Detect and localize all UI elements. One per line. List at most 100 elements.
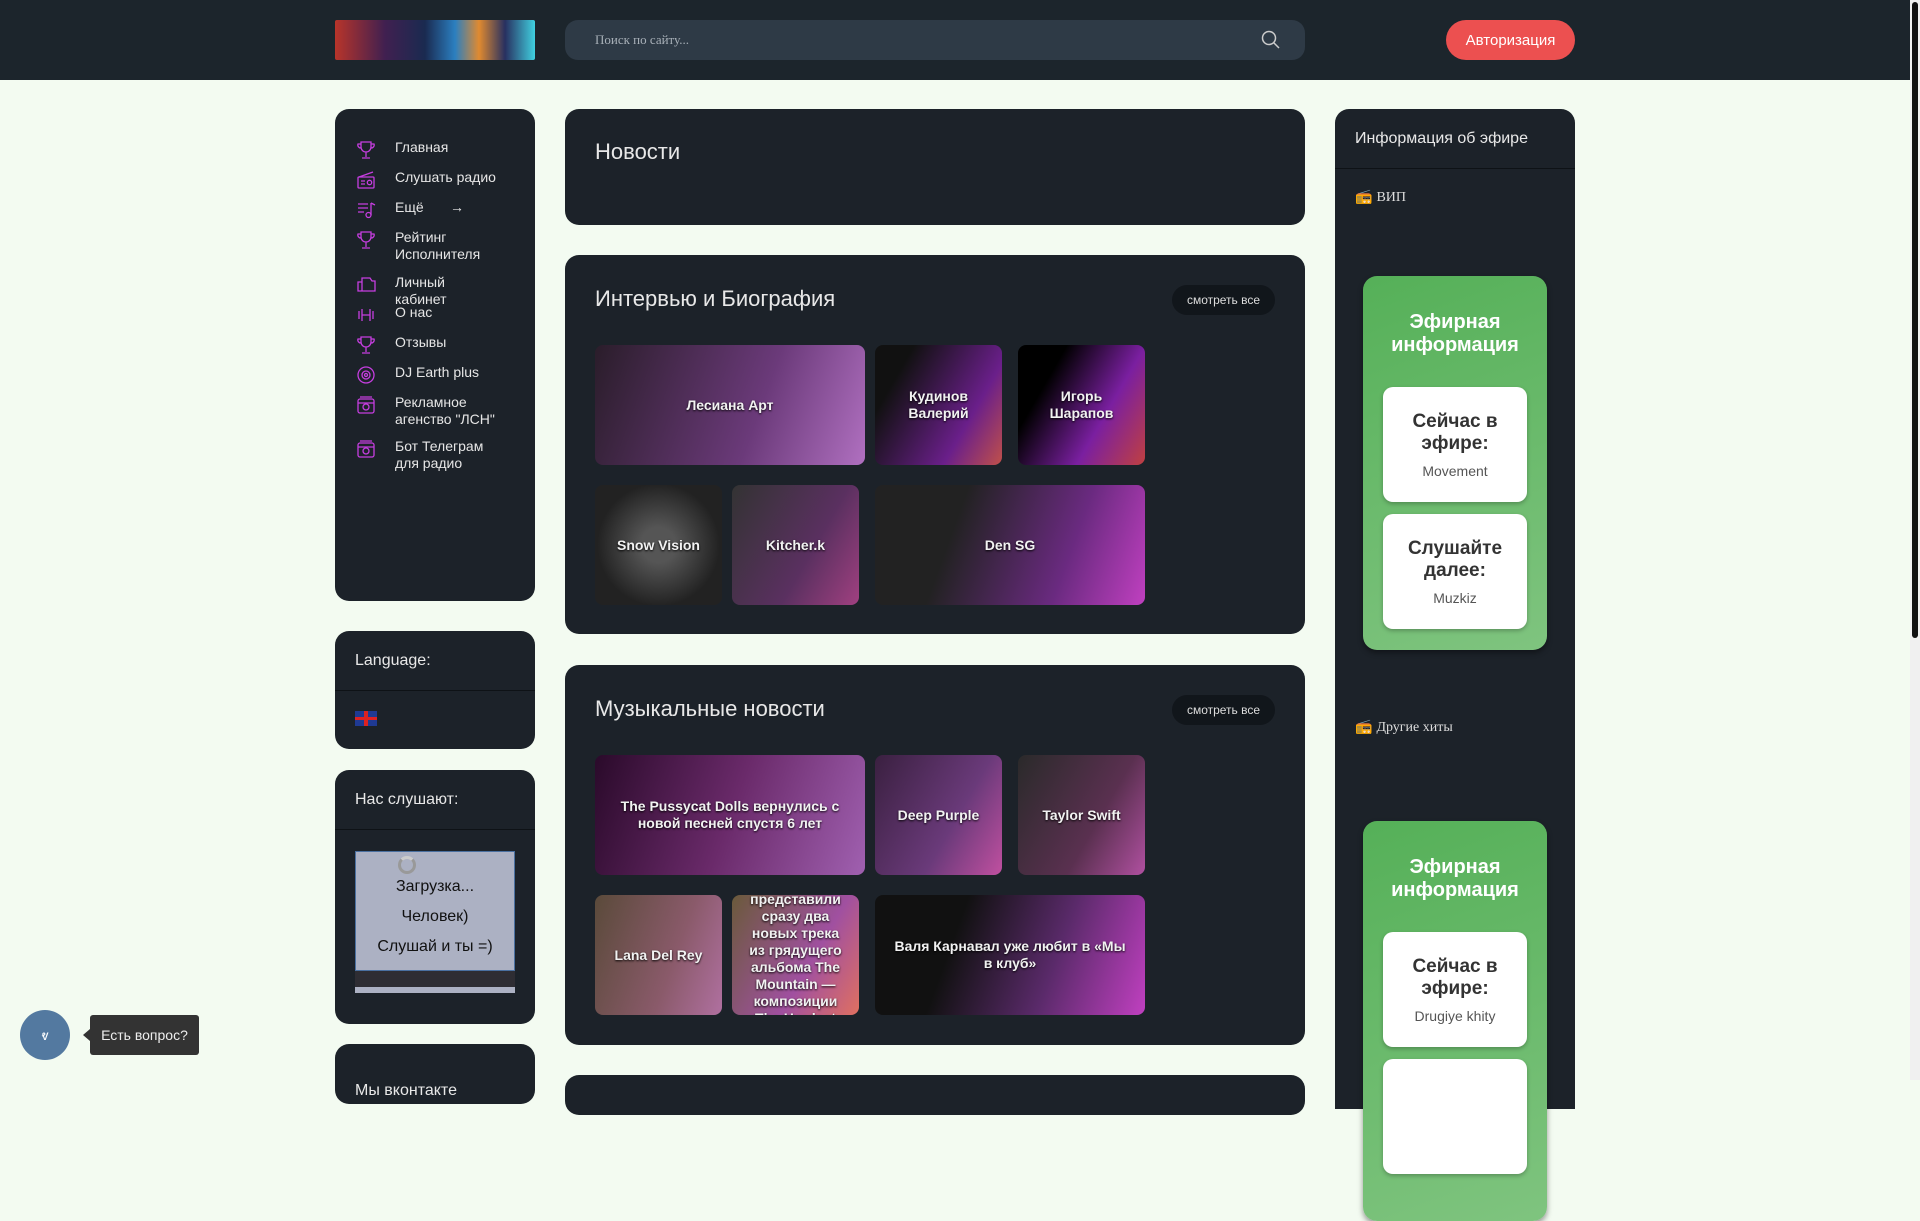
language-title: Language: — [335, 631, 535, 691]
music-tile[interactable]: представили сразу два новых трека из гря… — [732, 895, 859, 1015]
air-info-block: Эфирная информация Сейчас в эфире: Moveme… — [1363, 276, 1547, 650]
nav-item[interactable]: Главная — [355, 139, 500, 161]
login-button[interactable]: Авторизация — [1446, 20, 1575, 60]
search-placeholder: Поиск по сайту... — [595, 32, 690, 47]
dumbbell-icon — [358, 309, 374, 321]
listeners-widget: Загрузка... Человек) Слушай и ты =) — [355, 851, 515, 971]
radio-icon: 📻 — [1355, 720, 1373, 735]
loading-text: Загрузка... — [395, 878, 475, 895]
nav-item[interactable]: Ещё → — [355, 199, 464, 221]
music-tile[interactable]: Lana Del Rey — [595, 895, 722, 1015]
trophy-icon — [357, 336, 375, 354]
camera-icon — [357, 396, 375, 414]
air-info-title: Информация об эфире — [1335, 109, 1575, 169]
music-tile[interactable]: Taylor Swift — [1018, 755, 1145, 875]
nav-item[interactable]: Бот Телеграм для радио — [355, 438, 500, 472]
nav-item[interactable]: Личный кабинет — [355, 274, 500, 308]
up-next-card: Слушайте далее: Muzkiz — [1383, 514, 1527, 629]
tile-title: Taylor Swift — [1042, 806, 1121, 823]
interviews-tile[interactable]: Игорь Шарапов — [1018, 345, 1145, 465]
interviews-tile[interactable]: Кудинов Валерий — [875, 345, 1002, 465]
spinner-icon — [398, 856, 416, 874]
nav-item[interactable]: Отзывы — [355, 334, 500, 356]
interviews-see-all-button[interactable]: смотреть все — [1172, 285, 1275, 315]
tile-title: Snow Vision — [617, 536, 700, 553]
vip-channel[interactable]: 📻 ВИП — [1355, 189, 1406, 206]
next-section — [565, 1075, 1305, 1115]
chat-tooltip[interactable]: Есть вопрос? — [90, 1015, 199, 1055]
interviews-tile[interactable]: Den SG — [875, 485, 1145, 605]
tooltip-arrow — [83, 1029, 90, 1041]
music-tile[interactable]: Deep Purple — [875, 755, 1002, 875]
trophy-icon — [357, 141, 375, 159]
listeners-card: Нас слушают: Загрузка... Человек) Слушай… — [335, 770, 535, 1024]
tile-title: The Pussycat Dolls вернулись с новой пес… — [620, 798, 840, 831]
up-next-card — [1383, 1059, 1527, 1174]
music-tile[interactable]: Валя Карнавал уже любит в «Мы в клуб» — [875, 895, 1145, 1015]
nav-item-label: Личный кабинет — [395, 274, 447, 307]
radio-icon — [357, 171, 375, 189]
up-next: Muzkiz — [1433, 589, 1477, 606]
other-hits-label: Другие хиты — [1376, 719, 1453, 735]
tile-title: Lana Del Rey — [614, 946, 703, 963]
music-see-all-button[interactable]: смотреть все — [1172, 695, 1275, 725]
interviews-section: Интервью и Биография смотреть все Лесиан… — [565, 255, 1305, 634]
uk-flag-icon[interactable] — [355, 711, 377, 726]
tile-title: Kitcher.k — [765, 536, 826, 553]
interviews-tile[interactable]: Kitcher.k — [732, 485, 859, 605]
nav-item-label: Рекламное агенство "ЛСН" — [395, 394, 495, 427]
camera-icon — [357, 440, 375, 458]
nav-item-label: Отзывы — [395, 334, 447, 350]
now-label: Сейчас в эфире: — [1412, 955, 1498, 999]
trophy-icon — [357, 231, 375, 249]
nav-item-label: Рейтинг Исполнителя — [395, 229, 481, 262]
nav-item[interactable]: Рекламное агенство "ЛСН" — [355, 394, 500, 428]
player-bar — [355, 971, 515, 993]
language-card: Language: — [335, 631, 535, 749]
listen-cta: Слушай и ты =) — [377, 938, 493, 955]
tile-title: Deep Purple — [897, 806, 980, 823]
nav-item-label: DJ Earth plus — [395, 364, 480, 380]
nav-item[interactable]: Слушать радио — [355, 169, 500, 191]
next-label: Слушайте далее: — [1407, 537, 1503, 581]
nav-item[interactable]: Рейтинг Исполнителя — [355, 229, 500, 263]
now-playing-card: Сейчас в эфире: Movement — [1383, 387, 1527, 502]
people-text: Человек) — [401, 908, 469, 925]
now-playing: Movement — [1422, 462, 1488, 479]
folder-icon — [357, 277, 376, 292]
tile-title: Den SG — [984, 536, 1036, 553]
air-block-title: Эфирная информация — [1391, 856, 1519, 901]
playlist-icon — [358, 202, 376, 219]
music-news-section: Музыкальные новости смотреть все The Pus… — [565, 665, 1305, 1045]
now-playing: Drugiye khity — [1414, 1007, 1496, 1024]
chat-button[interactable]: ⱴ — [20, 1010, 70, 1060]
music-news-title: Музыкальные новости — [595, 696, 825, 721]
tile-title: Игорь Шарапов — [1049, 388, 1114, 421]
scrollbar-thumb[interactable] — [1912, 2, 1918, 638]
nav-item-label: О нас — [395, 304, 433, 320]
news-section: Новости — [565, 109, 1305, 225]
other-hits-channel[interactable]: 📻 Другие хиты — [1355, 719, 1453, 736]
radio-icon: 📻 — [1355, 190, 1373, 205]
interviews-tile[interactable]: Лесиана Арт — [595, 345, 865, 465]
nav-item[interactable]: DJ Earth plus — [355, 364, 500, 386]
arrow-right-icon: → — [450, 199, 464, 215]
music-tile[interactable]: The Pussycat Dolls вернулись с новой пес… — [595, 755, 865, 875]
tile-title: Валя Карнавал уже любит в «Мы в клуб» — [894, 938, 1126, 971]
search-icon[interactable] — [1260, 29, 1282, 51]
nav-item-label: Ещё — [395, 199, 424, 215]
vk-card: Мы вконтакте — [335, 1044, 535, 1104]
site-logo[interactable] — [335, 20, 535, 60]
tile-title: представили сразу два новых трека из гря… — [749, 895, 842, 1015]
air-info-block-2: Эфирная информация Сейчас в эфире: Drugiy… — [1363, 821, 1547, 1221]
air-block-title: Эфирная информация — [1391, 311, 1519, 356]
tile-title: Лесиана Арт — [686, 396, 774, 413]
now-label: Сейчас в эфире: — [1412, 410, 1498, 454]
interviews-tile[interactable]: Snow Vision — [595, 485, 722, 605]
search-input[interactable]: Поиск по сайту... — [565, 20, 1305, 60]
nav-item-label: Слушать радио — [395, 169, 496, 185]
now-playing-card: Сейчас в эфире: Drugiye khity — [1383, 932, 1527, 1047]
vip-label: ВИП — [1376, 189, 1406, 205]
nav-item[interactable]: О нас — [355, 304, 500, 326]
nav-menu: Главная Слушать радио Ещё → Рейтинг Исполнит… — [335, 109, 535, 601]
